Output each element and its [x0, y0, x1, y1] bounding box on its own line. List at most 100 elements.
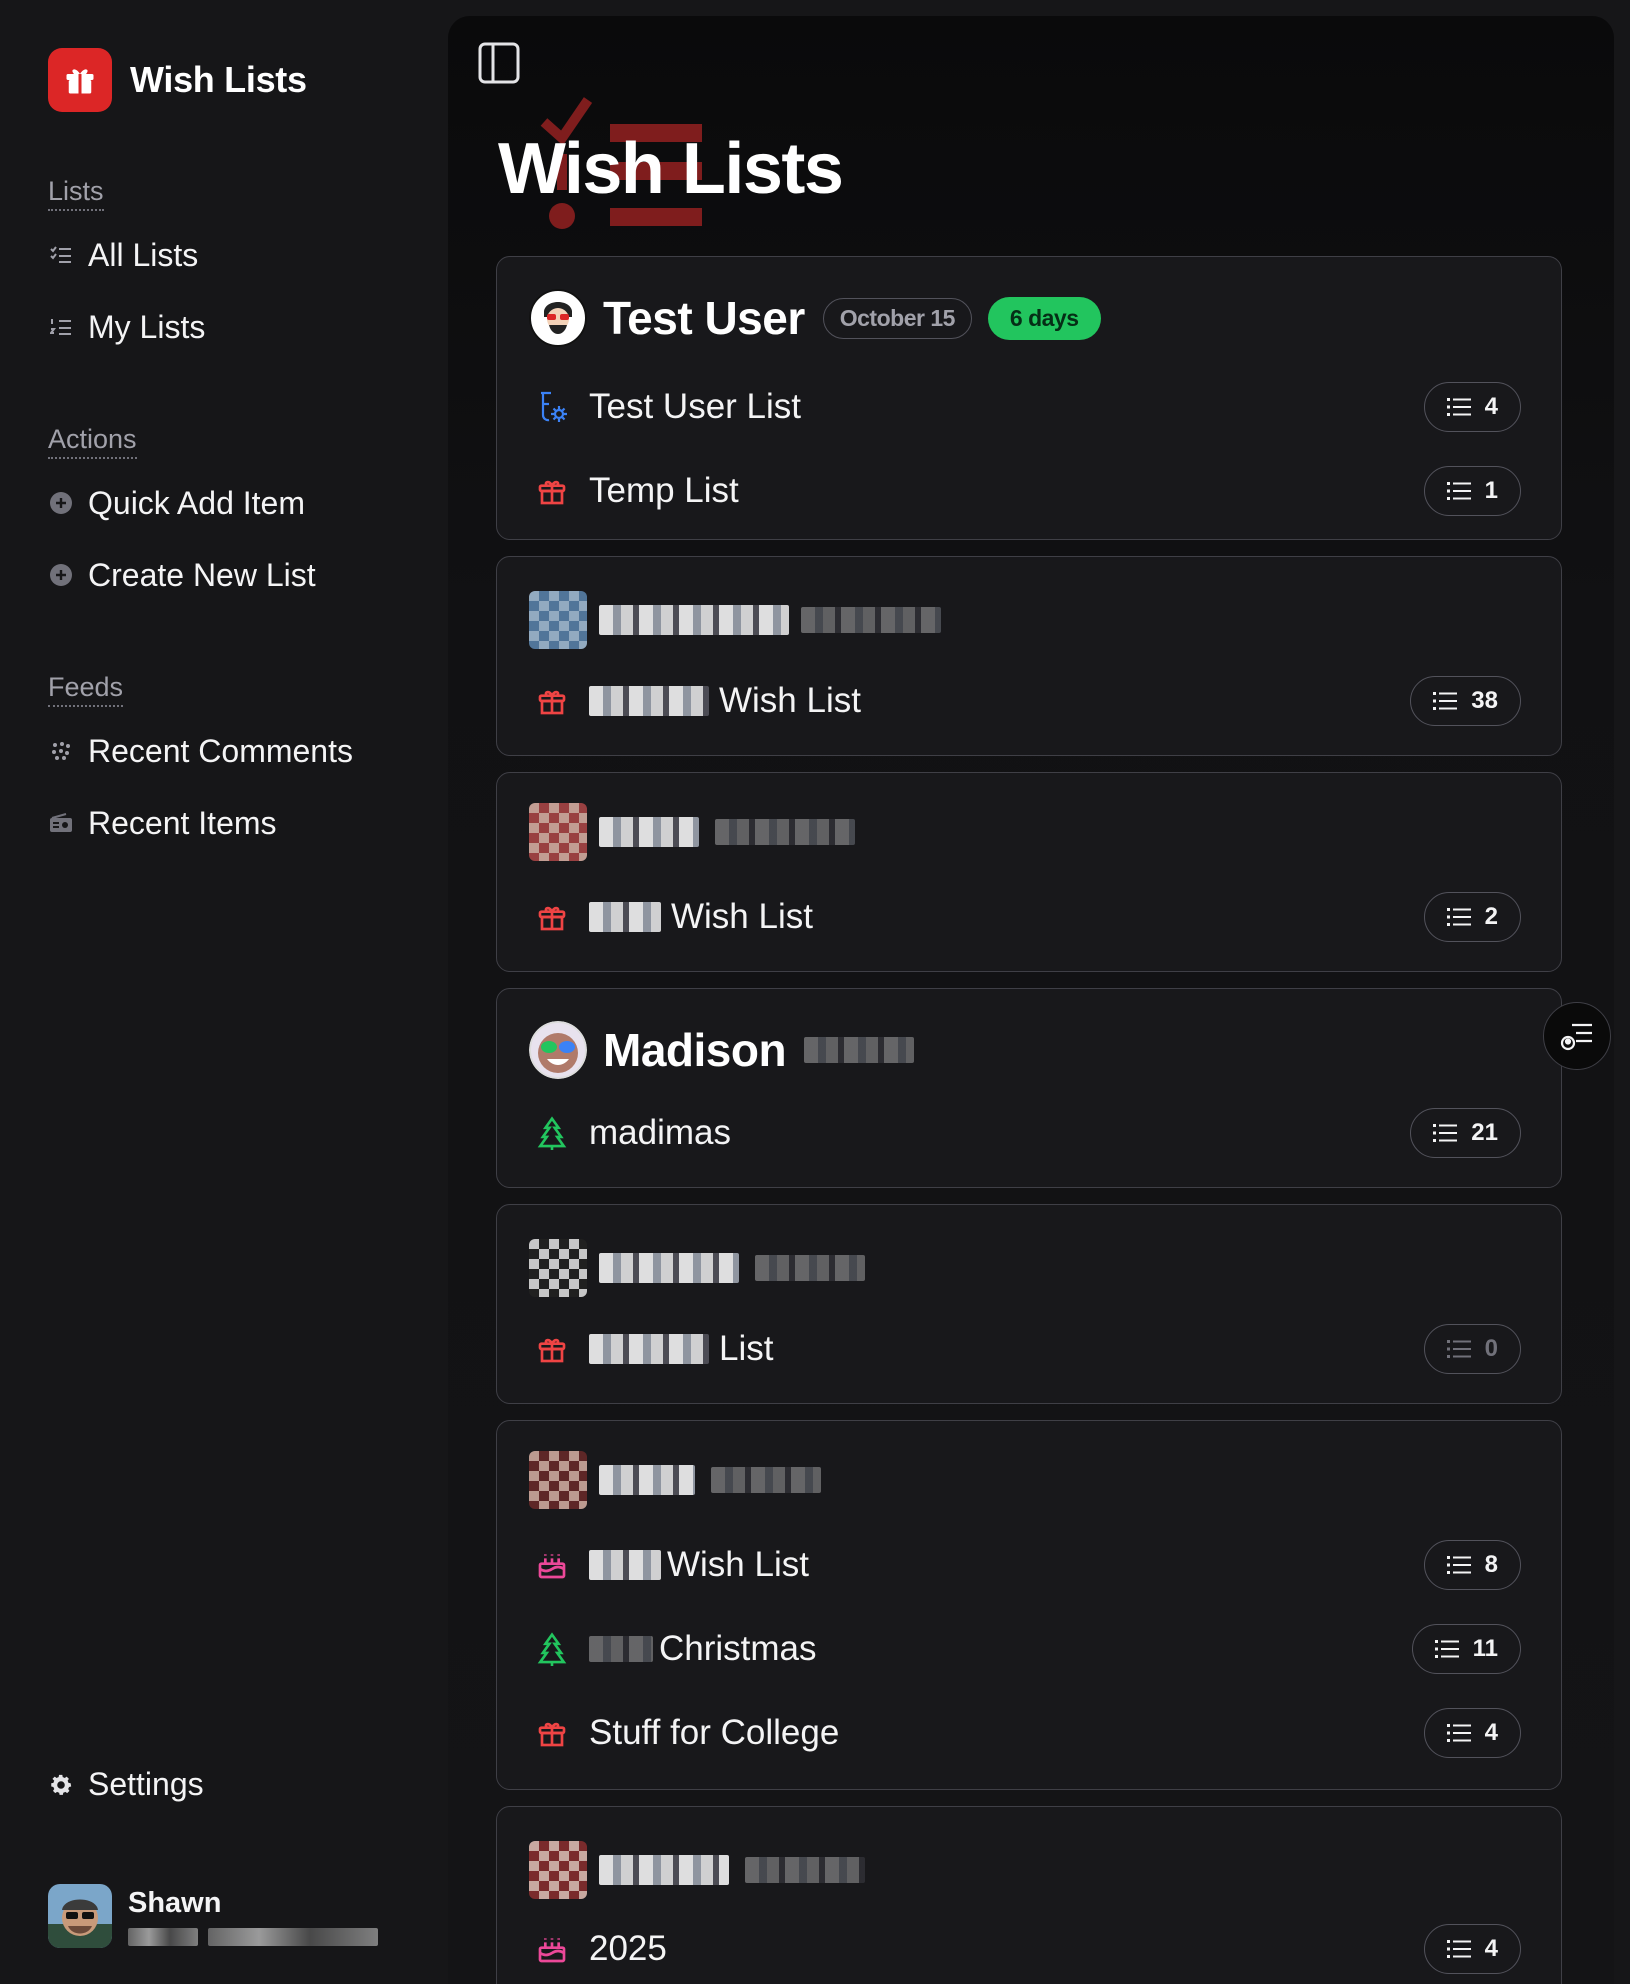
nav-recent-comments[interactable]: Recent Comments	[48, 715, 353, 787]
owner-header[interactable]	[529, 1841, 865, 1899]
list-item[interactable]: Wish List 8	[535, 1535, 1521, 1595]
section-lists: Lists All Lists My Lists	[48, 176, 205, 363]
list-item[interactable]: Wish List 38	[535, 671, 1521, 731]
item-count: 1	[1484, 477, 1498, 504]
list-item[interactable]: List 0	[535, 1319, 1521, 1379]
list-name: Stuff for College	[589, 1713, 840, 1752]
gift-logo-icon	[48, 48, 112, 112]
list-ordered-icon	[48, 317, 74, 337]
nav-recent-items[interactable]: Recent Items	[48, 787, 353, 859]
list-filter-button[interactable]	[1543, 1002, 1611, 1070]
list-icon	[1446, 482, 1471, 500]
list-item[interactable]: Wish List 2	[535, 887, 1521, 947]
cake-icon	[535, 1548, 569, 1582]
plus-circle-icon	[48, 491, 74, 515]
list-item[interactable]: 2025 4	[535, 1919, 1521, 1979]
gift-icon	[535, 900, 569, 934]
owner-header[interactable]	[529, 1451, 821, 1509]
item-count-badge[interactable]: 8	[1423, 1540, 1521, 1590]
avatar-redacted	[529, 1841, 587, 1899]
gift-icon	[535, 1716, 569, 1750]
owner-name-redacted	[599, 1253, 739, 1283]
item-count-badge[interactable]: 4	[1423, 1708, 1521, 1758]
item-count-badge[interactable]: 1	[1423, 466, 1521, 516]
item-count-badge[interactable]: 2	[1423, 892, 1521, 942]
list-icon	[1433, 692, 1458, 710]
item-count: 11	[1472, 1635, 1498, 1662]
list-icon	[1446, 1340, 1471, 1358]
avatar-redacted	[529, 1239, 587, 1297]
list-name: Wish List	[589, 897, 813, 937]
user-profile[interactable]: Shawn	[48, 1884, 378, 1948]
list-item[interactable]: madimas 21	[535, 1103, 1521, 1163]
owner-header[interactable]	[529, 803, 855, 861]
list-name-text: List	[719, 1329, 774, 1368]
item-count-badge[interactable]: 4	[1423, 1924, 1521, 1974]
nav-create-new-list[interactable]: Create New List	[48, 539, 316, 611]
list-item[interactable]: Stuff for College 4	[535, 1703, 1521, 1763]
item-count: 2	[1484, 903, 1498, 930]
list-icon	[1446, 1556, 1471, 1574]
item-count-badge[interactable]: 11	[1411, 1624, 1521, 1674]
nav-label: Recent Items	[88, 804, 277, 841]
list-icon	[1446, 1940, 1471, 1958]
avatar-redacted	[529, 591, 587, 649]
page-title: Wish Lists	[498, 129, 844, 209]
redacted-text	[755, 1255, 865, 1281]
owner-card: List 0	[496, 1204, 1562, 1404]
redacted-text	[589, 1550, 661, 1580]
tree-icon	[535, 1632, 569, 1666]
nav-quick-add-item[interactable]: Quick Add Item	[48, 467, 316, 539]
redacted-text	[589, 902, 661, 932]
list-name: Christmas	[589, 1629, 817, 1669]
plus-circle-icon	[48, 563, 74, 587]
item-count-badge[interactable]: 0	[1423, 1324, 1521, 1374]
section-actions: Actions Quick Add Item Create New List	[48, 424, 316, 611]
nav-all-lists[interactable]: All Lists	[48, 219, 205, 291]
item-count: 21	[1471, 1119, 1498, 1146]
app-title: Wish Lists	[130, 59, 307, 100]
item-count-badge[interactable]: 38	[1410, 676, 1521, 726]
nav-label: Recent Comments	[88, 732, 353, 769]
owner-header[interactable]	[529, 591, 941, 649]
list-item[interactable]: Test User List 4	[535, 377, 1521, 437]
user-email-redacted	[128, 1927, 378, 1946]
sidebar-toggle-icon	[478, 42, 520, 84]
list-name: madimas	[589, 1113, 731, 1152]
tree-icon	[535, 1116, 569, 1150]
list-name: 2025	[589, 1929, 667, 1968]
nav-label: Create New List	[88, 556, 316, 593]
gift-icon	[535, 684, 569, 718]
list-name-text: Wish List	[719, 681, 861, 720]
avatar-redacted	[529, 1451, 587, 1509]
cake-icon	[535, 1932, 569, 1966]
owner-header[interactable]	[529, 1239, 865, 1297]
section-label: Actions	[48, 424, 137, 459]
brand[interactable]: Wish Lists	[48, 48, 307, 112]
owner-name: Madison	[603, 1024, 787, 1076]
owner-header[interactable]: Test User October 15 6 days	[529, 289, 1101, 347]
list-item[interactable]: Christmas 11	[535, 1619, 1521, 1679]
list-item[interactable]: Temp List 1	[535, 461, 1521, 521]
owner-name: Test User	[603, 292, 805, 344]
item-count-badge[interactable]: 21	[1410, 1108, 1521, 1158]
owner-name-redacted	[599, 605, 789, 635]
item-count: 4	[1484, 1719, 1498, 1746]
list-name-text: Christmas	[659, 1629, 817, 1668]
nav-my-lists[interactable]: My Lists	[48, 291, 205, 363]
list-user-icon	[1560, 1023, 1592, 1051]
settings-link[interactable]: Settings	[48, 1766, 204, 1803]
item-count-badge[interactable]: 4	[1423, 382, 1521, 432]
item-count: 8	[1484, 1551, 1498, 1578]
owner-card: Test User October 15 6 days Test User Li…	[496, 256, 1562, 540]
owner-header[interactable]: Madison	[529, 1021, 915, 1079]
owner-card: 2025 4	[496, 1806, 1562, 1984]
main-content: Wish Lists Test User October 15 6 days T…	[448, 16, 1614, 1984]
avatar	[529, 1021, 587, 1079]
sidebar-toggle-button[interactable]	[478, 42, 520, 89]
owner-card: Wish List 2	[496, 772, 1562, 972]
list-name-text: Wish List	[671, 897, 813, 936]
gift-icon	[535, 474, 569, 508]
owner-name-redacted	[599, 1855, 729, 1885]
avatar-redacted	[529, 803, 587, 861]
